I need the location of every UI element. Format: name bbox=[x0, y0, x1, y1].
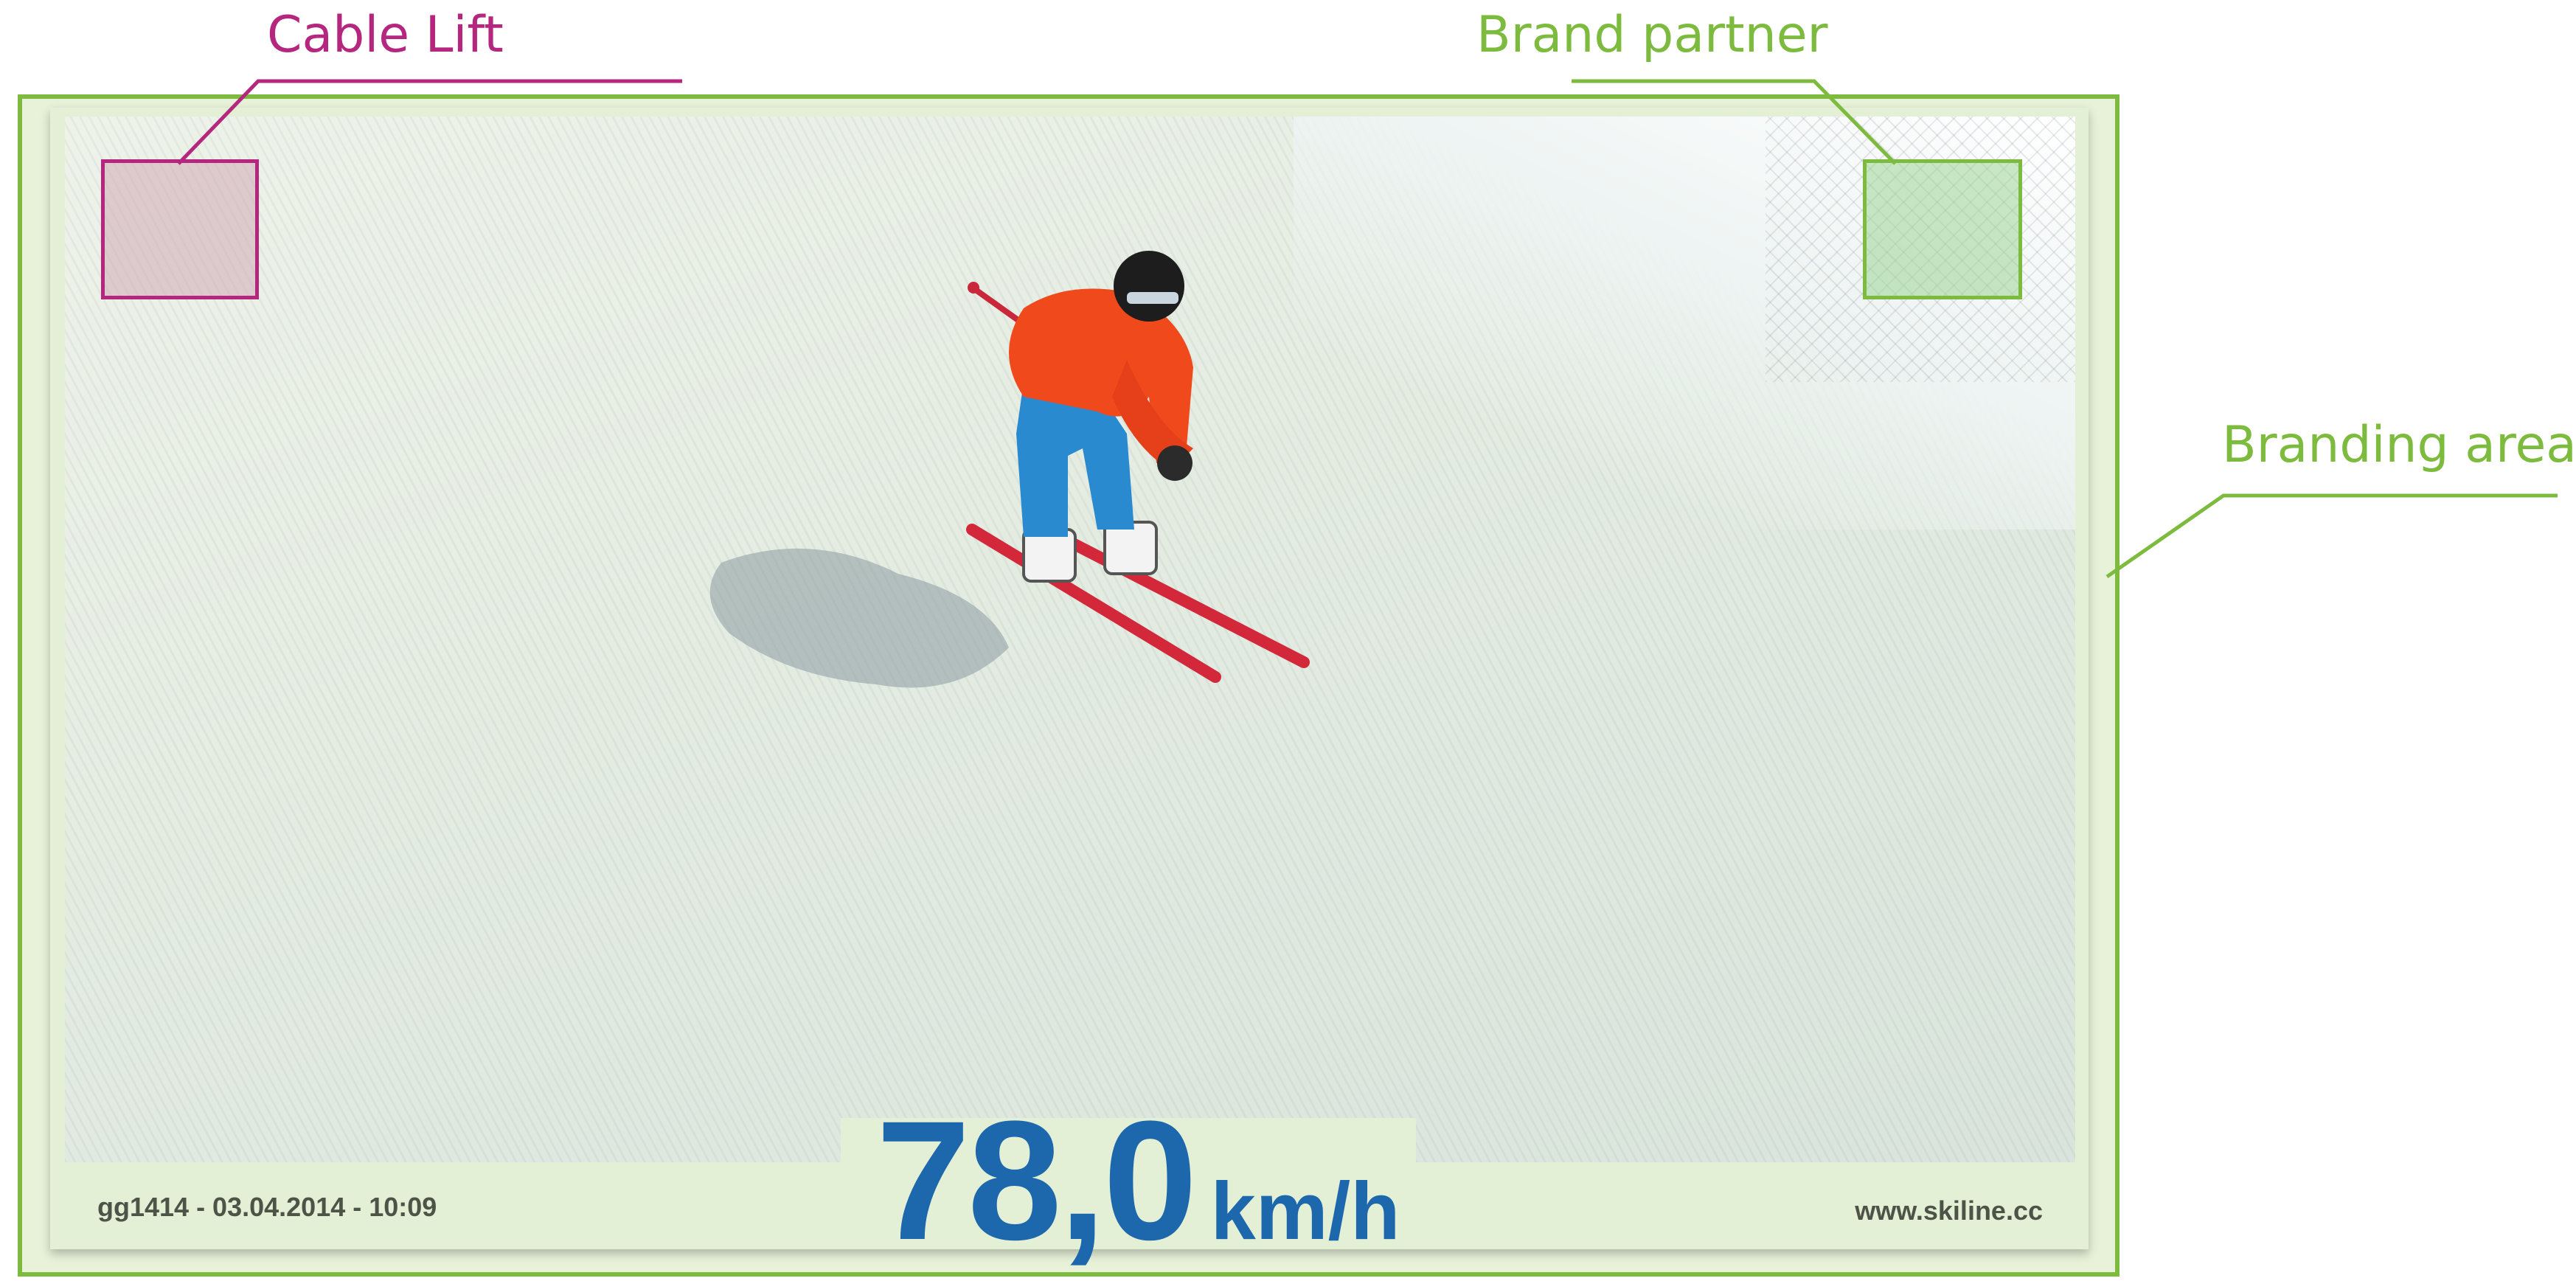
boot-right bbox=[1103, 521, 1158, 575]
skier-illustration bbox=[709, 251, 1310, 688]
branding-diagram: Cable Lift Brand partner Branding area 7… bbox=[0, 0, 2576, 1281]
cable-lift-label: Cable Lift bbox=[267, 6, 504, 64]
brand-partner-label: Brand partner bbox=[1476, 6, 1828, 64]
boot-left bbox=[1022, 528, 1077, 583]
photo-card: 78,0 km/h gg1414 - 03.04.2014 - 10:09 www… bbox=[50, 108, 2089, 1266]
skier-shadow bbox=[709, 548, 1009, 688]
speed-unit: km/h bbox=[1210, 1166, 1400, 1257]
photo-caption-id-date: gg1414 - 03.04.2014 - 10:09 bbox=[97, 1192, 437, 1222]
skier-helmet bbox=[1114, 251, 1184, 322]
cable-lift-logo-area bbox=[101, 159, 259, 299]
speed-value: 78,0 bbox=[876, 1086, 1198, 1275]
skier-gloves bbox=[1157, 445, 1192, 481]
ski-photo bbox=[65, 117, 2075, 1162]
speed-display: 78,0 km/h bbox=[876, 1096, 1400, 1266]
skier-goggles bbox=[1127, 292, 1178, 304]
brand-partner-logo-area bbox=[1863, 159, 2022, 299]
photo-caption-website: www.skiline.cc bbox=[1855, 1195, 2043, 1226]
branding-area-label: Branding area bbox=[2222, 416, 2576, 474]
branding-area-leader bbox=[2105, 493, 2558, 579]
